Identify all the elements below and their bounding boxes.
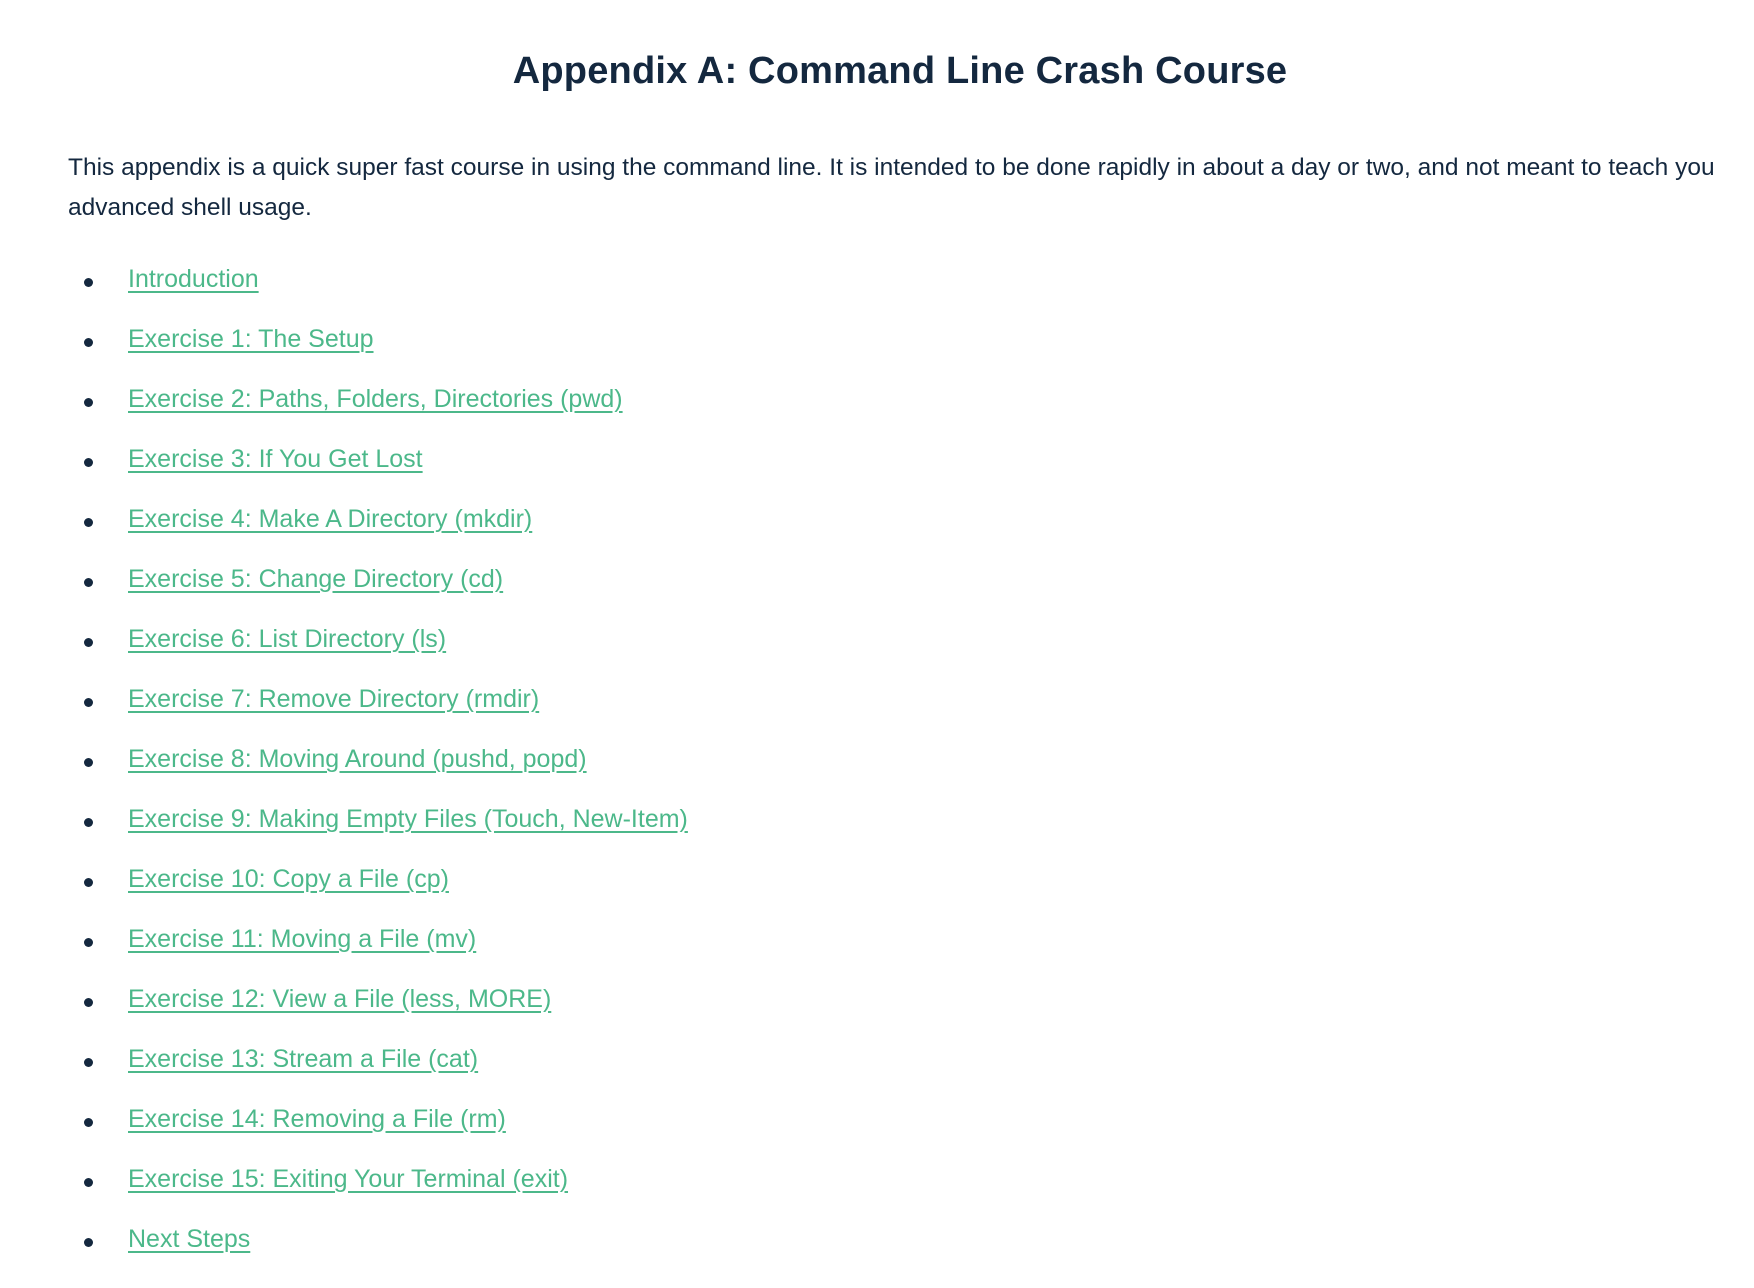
bullet-icon [84, 758, 93, 767]
toc-link-exercise-11[interactable]: Exercise 11: Moving a File (mv) [128, 924, 476, 954]
list-item: Exercise 15: Exiting Your Terminal (exit… [68, 1164, 688, 1224]
toc-link-next-steps[interactable]: Next Steps [128, 1224, 250, 1254]
page-title: Appendix A: Command Line Crash Course [512, 50, 1288, 92]
toc-link-exercise-9[interactable]: Exercise 9: Making Empty Files (Touch, N… [128, 804, 688, 834]
bullet-icon [84, 1058, 93, 1067]
list-item: Exercise 7: Remove Directory (rmdir) [68, 684, 688, 744]
toc-link-exercise-2[interactable]: Exercise 2: Paths, Folders, Directories … [128, 384, 623, 414]
list-item: Exercise 12: View a File (less, MORE) [68, 984, 688, 1044]
bullet-icon [84, 338, 93, 347]
list-item: Exercise 1: The Setup [68, 324, 688, 384]
toc-link-exercise-5[interactable]: Exercise 5: Change Directory (cd) [128, 564, 503, 594]
toc-link-exercise-1[interactable]: Exercise 1: The Setup [128, 324, 374, 354]
list-item: Exercise 3: If You Get Lost [68, 444, 688, 504]
list-item: Introduction [68, 264, 688, 324]
document-page: Appendix A: Command Line Crash Course Th… [0, 0, 1754, 1288]
bullet-icon [84, 1238, 93, 1247]
bullet-icon [84, 1118, 93, 1127]
list-item: Exercise 6: List Directory (ls) [68, 624, 688, 684]
list-item: Next Steps [68, 1224, 688, 1284]
bullet-icon [84, 578, 93, 587]
bullet-icon [84, 998, 93, 1007]
list-item: Exercise 5: Change Directory (cd) [68, 564, 688, 624]
list-item: Exercise 11: Moving a File (mv) [68, 924, 688, 984]
toc-link-exercise-10[interactable]: Exercise 10: Copy a File (cp) [128, 864, 449, 894]
toc-link-exercise-12[interactable]: Exercise 12: View a File (less, MORE) [128, 984, 551, 1014]
toc-link-exercise-4[interactable]: Exercise 4: Make A Directory (mkdir) [128, 504, 532, 534]
bullet-icon [84, 398, 93, 407]
bullet-icon [84, 638, 93, 647]
toc-link-exercise-14[interactable]: Exercise 14: Removing a File (rm) [128, 1104, 506, 1134]
list-item: Exercise 9: Making Empty Files (Touch, N… [68, 804, 688, 864]
bullet-icon [84, 938, 93, 947]
bullet-icon [84, 698, 93, 707]
list-item: Exercise 14: Removing a File (rm) [68, 1104, 688, 1164]
toc-link-exercise-8[interactable]: Exercise 8: Moving Around (pushd, popd) [128, 744, 587, 774]
toc-link-exercise-13[interactable]: Exercise 13: Stream a File (cat) [128, 1044, 478, 1074]
bullet-icon [84, 278, 93, 287]
list-item: Exercise 2: Paths, Folders, Directories … [68, 384, 688, 444]
bullet-icon [84, 458, 93, 467]
list-item: Exercise 13: Stream a File (cat) [68, 1044, 688, 1104]
list-item: Exercise 4: Make A Directory (mkdir) [68, 504, 688, 564]
list-item: Exercise 10: Copy a File (cp) [68, 864, 688, 924]
bullet-icon [84, 1178, 93, 1187]
toc-link-exercise-15[interactable]: Exercise 15: Exiting Your Terminal (exit… [128, 1164, 568, 1194]
toc-link-exercise-6[interactable]: Exercise 6: List Directory (ls) [128, 624, 446, 654]
toc-link-exercise-7[interactable]: Exercise 7: Remove Directory (rmdir) [128, 684, 539, 714]
toc-link-introduction[interactable]: Introduction [128, 264, 259, 294]
bullet-icon [84, 518, 93, 527]
table-of-contents: Introduction Exercise 1: The Setup Exerc… [68, 264, 688, 1284]
bullet-icon [84, 818, 93, 827]
list-item: Exercise 8: Moving Around (pushd, popd) [68, 744, 688, 804]
toc-link-exercise-3[interactable]: Exercise 3: If You Get Lost [128, 444, 423, 474]
bullet-icon [84, 878, 93, 887]
intro-paragraph: This appendix is a quick super fast cour… [68, 154, 1715, 221]
